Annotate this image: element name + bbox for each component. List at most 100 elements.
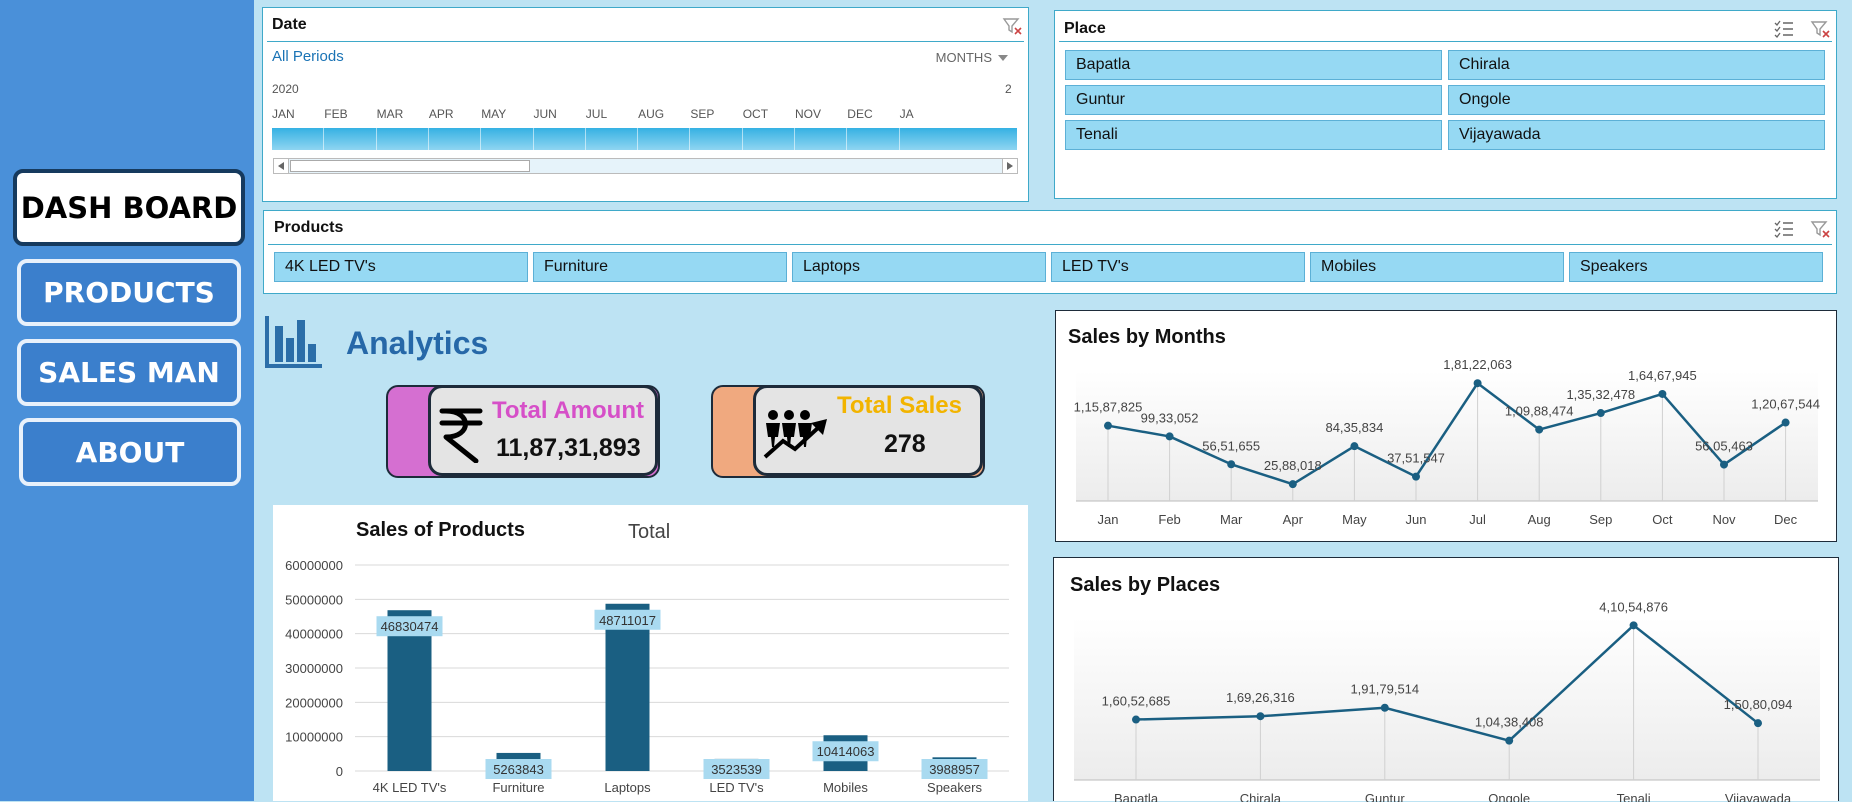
x-tick-label: May	[1342, 512, 1367, 527]
y-tick-label: 40000000	[285, 627, 343, 642]
month-label: FEB	[324, 107, 348, 121]
place-chip-guntur[interactable]: Guntur	[1065, 85, 1442, 115]
all-periods-link[interactable]: All Periods	[272, 48, 344, 65]
data-point	[1781, 418, 1790, 427]
month-label: SEP	[690, 107, 715, 121]
scroll-left-icon[interactable]	[274, 159, 289, 173]
data-label: 3523539	[711, 762, 762, 777]
x-tick-label: Laptops	[604, 780, 651, 795]
data-label: 56,51,655	[1202, 438, 1260, 453]
data-label: 48711017	[599, 613, 656, 628]
data-label: 46830474	[381, 619, 439, 634]
timeline-tick	[898, 128, 900, 150]
sidebar: DASH BOARD PRODUCTS SALES MAN ABOUT	[0, 0, 254, 801]
place-chip-chirala[interactable]: Chirala	[1448, 50, 1825, 80]
x-tick-label: Mar	[1220, 512, 1243, 527]
data-label: 1,64,67,945	[1628, 368, 1697, 383]
data-label: 56,05,463	[1695, 439, 1753, 454]
data-label: 1,35,32,478	[1566, 387, 1635, 402]
x-tick-label: Dec	[1774, 512, 1798, 527]
data-label: 1,20,67,544	[1751, 397, 1820, 412]
x-tick-label: Jul	[1469, 512, 1486, 527]
data-label: 1,91,79,514	[1350, 682, 1419, 697]
data-label: 84,35,834	[1325, 420, 1383, 435]
sales-by-places-card: Sales by Places 1,60,52,685 Bapatla 1,69,2…	[1053, 557, 1839, 802]
place-chip-vijayawada[interactable]: Vijayawada	[1448, 120, 1825, 150]
data-point	[1658, 389, 1667, 398]
timeline-tick	[689, 128, 691, 150]
period-unit-dropdown[interactable]: MONTHS	[936, 50, 1008, 65]
product-chip-led-tvs[interactable]: LED TV's	[1051, 252, 1305, 282]
places-line-chart: 1,60,52,685 Bapatla 1,69,26,316 Chirala 1,91…	[1074, 599, 1820, 802]
x-tick-label: Speakers	[927, 780, 982, 795]
nav-about-button[interactable]: ABOUT	[19, 418, 241, 486]
month-labels: JAN FEB MAR APR MAY JUN JUL AUG SEP OCT NOV DEC JA	[263, 107, 1030, 123]
product-chip-furniture[interactable]: Furniture	[533, 252, 787, 282]
place-chip-bapatla[interactable]: Bapatla	[1065, 50, 1442, 80]
data-label: 37,51,547	[1387, 451, 1445, 466]
x-tick-label: Nov	[1712, 512, 1736, 527]
place-chip-ongole[interactable]: Ongole	[1448, 85, 1825, 115]
timeline-scrollbar[interactable]	[273, 158, 1018, 174]
data-point	[1132, 715, 1140, 724]
month-label: MAR	[376, 107, 404, 121]
plot-area	[1074, 618, 1820, 780]
month-label: JAN	[272, 107, 295, 121]
timeline-tick	[741, 128, 743, 150]
kpi-total-amount: Total Amount 11,87,31,893	[386, 385, 660, 478]
timeline-ticks	[272, 128, 1017, 150]
data-label: 4,10,54,876	[1599, 599, 1668, 614]
product-chip-speakers[interactable]: Speakers	[1569, 252, 1823, 282]
x-tick-label: Jun	[1406, 512, 1427, 527]
product-chip-mobiles[interactable]: Mobiles	[1310, 252, 1564, 282]
x-tick-label: Chirala	[1240, 791, 1282, 802]
x-tick-label: Sep	[1589, 512, 1612, 527]
x-tick-label: Oct	[1652, 512, 1673, 527]
nav-dashboard-button[interactable]: DASH BOARD	[13, 169, 245, 246]
kpi-total-sales: Total Sales 278	[711, 385, 985, 478]
x-tick-label: Vijayawada	[1725, 791, 1792, 802]
sales-by-months-card: Sales by Months 1,15,87,825 Jan 99,33,052 F…	[1055, 310, 1837, 542]
plot-area	[1076, 371, 1818, 501]
multi-select-icon[interactable]	[1774, 219, 1794, 239]
timeline-selection-bar[interactable]	[272, 128, 1017, 150]
product-chip-laptops[interactable]: Laptops	[792, 252, 1046, 282]
data-point	[1720, 460, 1728, 469]
sales-of-products-card: Sales of Products Total 0 10000000 2000000…	[273, 505, 1028, 801]
clear-filter-icon[interactable]	[1810, 219, 1830, 239]
scroll-thumb[interactable]	[290, 160, 530, 172]
data-label: 25,88,018	[1264, 458, 1322, 473]
year-label: 2020	[272, 82, 299, 96]
clear-filter-icon[interactable]	[1002, 16, 1022, 36]
month-label: APR	[428, 107, 454, 121]
data-point	[1754, 719, 1762, 728]
month-label: DEC	[847, 107, 873, 121]
month-label: AUG	[638, 107, 665, 121]
analytics-title: Analytics	[346, 325, 489, 361]
data-point	[1256, 712, 1265, 721]
data-label: 1,09,88,474	[1505, 404, 1574, 419]
data-point	[1596, 409, 1605, 418]
data-label: 1,60,52,685	[1102, 694, 1171, 709]
product-chip-4k-led-tvs[interactable]: 4K LED TV's	[274, 252, 528, 282]
nav-salesman-button[interactable]: SALES MAN	[17, 339, 241, 406]
scroll-right-icon[interactable]	[1002, 159, 1017, 173]
multi-select-icon[interactable]	[1774, 19, 1794, 39]
data-label: 1,81,22,063	[1443, 357, 1512, 372]
y-tick-label: 10000000	[285, 730, 343, 745]
data-point	[1288, 480, 1297, 489]
x-tick-label: Aug	[1528, 512, 1551, 527]
clear-filter-icon[interactable]	[1810, 19, 1830, 39]
date-slicer-title: Date	[272, 16, 307, 33]
data-point	[1104, 421, 1112, 430]
x-tick-label: Bapatla	[1114, 791, 1159, 802]
place-chip-tenali[interactable]: Tenali	[1065, 120, 1442, 150]
y-tick-label: 60000000	[285, 558, 343, 573]
timeline-tick	[846, 128, 848, 150]
products-slicer: Products 4K LED TV's Furniture Laptops L…	[263, 210, 1837, 294]
nav-products-button[interactable]: PRODUCTS	[17, 259, 241, 326]
date-slicer: Date All Periods MONTHS 2020 2 JAN FEB MAR…	[262, 7, 1029, 202]
x-tick-label: Tenali	[1617, 791, 1651, 802]
data-point	[1629, 621, 1638, 630]
people-growth-icon	[763, 410, 827, 459]
